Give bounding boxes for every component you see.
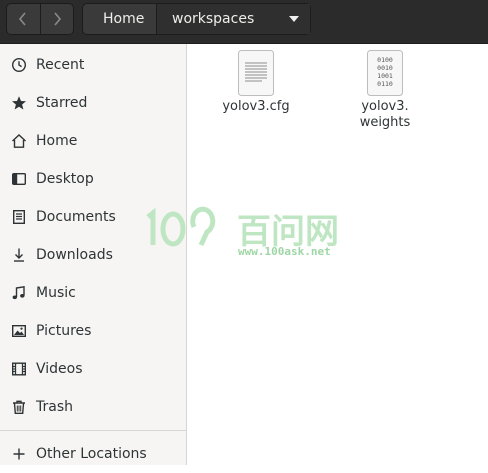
- sidebar-item-label: Home: [36, 133, 78, 149]
- breadcrumb-workspaces[interactable]: workspaces: [156, 4, 310, 34]
- sidebar-item-label: Trash: [36, 399, 73, 415]
- sidebar-item-label: Music: [36, 285, 76, 301]
- sidebar-item-music[interactable]: Music: [0, 274, 186, 312]
- sidebar-item-label: Documents: [36, 209, 116, 225]
- file-name: yolov3. weights: [337, 99, 433, 131]
- download-icon: [10, 246, 28, 264]
- documents-icon: [10, 208, 28, 226]
- file-name-line1: yolov3.: [361, 99, 409, 114]
- file-item-yolov3-weights[interactable]: 0100 0010 1001 0110 yolov3. weights: [337, 49, 433, 131]
- sidebar-item-label: Other Locations: [36, 446, 147, 462]
- sidebar-item-desktop[interactable]: Desktop: [0, 160, 186, 198]
- sidebar-separator: [0, 430, 186, 431]
- path-bar: Home workspaces: [82, 3, 311, 35]
- sidebar-item-trash[interactable]: Trash: [0, 388, 186, 426]
- sidebar-item-label: Desktop: [36, 171, 94, 187]
- dropdown-arrow-icon: [289, 16, 299, 22]
- file-name: yolov3.cfg: [222, 99, 290, 114]
- sidebar-item-home[interactable]: Home: [0, 122, 186, 160]
- file-name-line2: weights: [359, 115, 411, 130]
- home-icon: [10, 132, 28, 150]
- chevron-left-icon: [19, 12, 26, 26]
- sidebar-item-videos[interactable]: Videos: [0, 350, 186, 388]
- sidebar-item-label: Downloads: [36, 247, 113, 263]
- svg-text:1001: 1001: [377, 72, 393, 80]
- chevron-right-icon: [54, 12, 61, 26]
- clock-icon: [10, 56, 28, 74]
- header-bar: Home workspaces: [0, 0, 488, 44]
- star-icon: [10, 94, 28, 112]
- pictures-icon: [10, 322, 28, 340]
- sidebar-item-label: Recent: [36, 57, 85, 73]
- file-item-yolov3-cfg[interactable]: yolov3.cfg: [208, 49, 304, 115]
- music-icon: [10, 284, 28, 302]
- watermark-url: www.100ask.net: [238, 245, 331, 258]
- desktop-icon: [10, 170, 28, 188]
- breadcrumb-workspaces-label: workspaces: [172, 11, 255, 27]
- sidebar-item-label: Starred: [36, 95, 88, 111]
- sidebar-item-label: Videos: [36, 361, 83, 377]
- binary-file-icon: 0100 0010 1001 0110: [367, 50, 403, 96]
- sidebar-item-pictures[interactable]: Pictures: [0, 312, 186, 350]
- sidebar-item-recent[interactable]: Recent: [0, 46, 186, 84]
- plus-icon: [10, 445, 28, 463]
- sidebar-item-other-locations[interactable]: Other Locations: [0, 435, 186, 473]
- forward-button[interactable]: [39, 4, 74, 34]
- navigation-buttons: [6, 3, 74, 35]
- svg-text:百问网: 百问网: [237, 212, 339, 247]
- svg-text:0100: 0100: [377, 56, 393, 64]
- trash-icon: [10, 398, 28, 416]
- videos-icon: [10, 360, 28, 378]
- text-file-icon: [238, 50, 274, 96]
- sidebar-item-label: Pictures: [36, 323, 92, 339]
- svg-text:0010: 0010: [377, 64, 393, 72]
- back-button[interactable]: [7, 4, 40, 34]
- sidebar-item-starred[interactable]: Starred: [0, 84, 186, 122]
- breadcrumb-home[interactable]: Home: [83, 4, 156, 34]
- svg-text:0110: 0110: [377, 80, 393, 88]
- breadcrumb-home-label: Home: [103, 11, 145, 27]
